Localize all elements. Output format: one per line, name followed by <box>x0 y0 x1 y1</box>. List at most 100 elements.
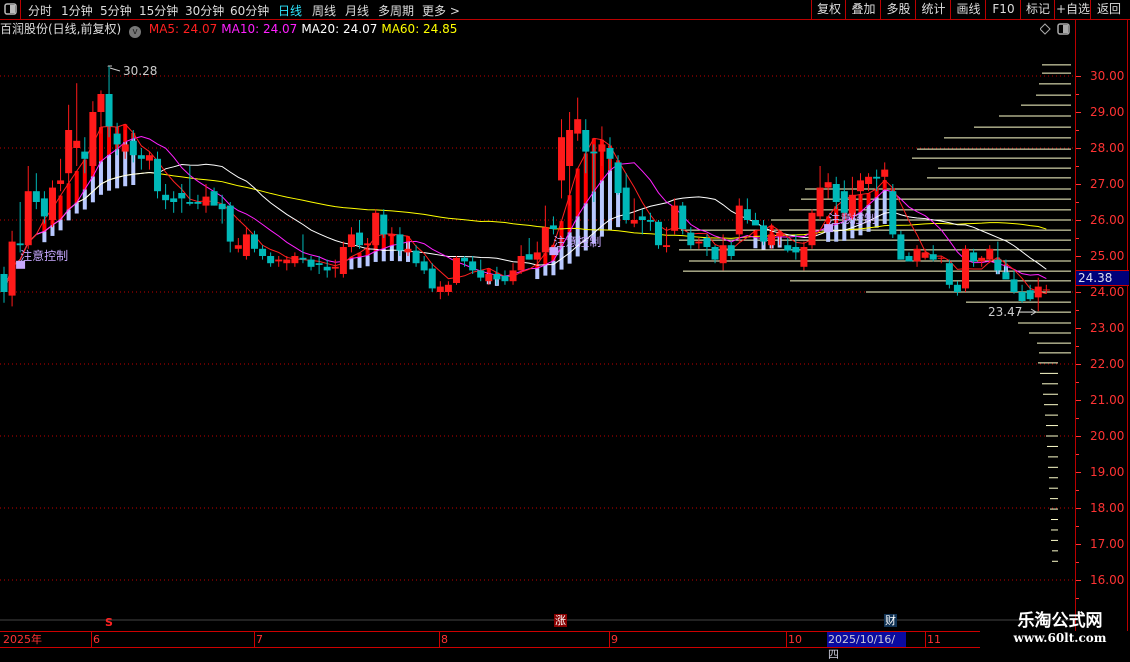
candle[interactable] <box>24 166 32 249</box>
candle[interactable] <box>1002 259 1010 280</box>
candle[interactable] <box>614 155 622 195</box>
candle[interactable] <box>267 252 275 267</box>
candle[interactable] <box>808 209 816 249</box>
candle[interactable] <box>978 256 986 267</box>
cai-marker[interactable]: 财 <box>884 614 897 627</box>
candle[interactable] <box>921 248 929 260</box>
candle[interactable] <box>816 166 824 220</box>
candle[interactable] <box>1018 284 1026 303</box>
candle[interactable] <box>735 198 743 242</box>
candle[interactable] <box>929 245 937 262</box>
candle[interactable] <box>339 241 347 278</box>
candle[interactable] <box>404 241 412 256</box>
candle[interactable] <box>525 238 533 260</box>
candle[interactable] <box>646 212 654 231</box>
candle[interactable] <box>226 202 234 253</box>
candle[interactable] <box>792 234 800 260</box>
candle[interactable] <box>574 97 582 141</box>
candle[interactable] <box>89 101 97 174</box>
candle[interactable] <box>873 169 881 192</box>
candle[interactable] <box>1010 270 1018 294</box>
candle[interactable] <box>436 281 444 300</box>
candle[interactable] <box>275 256 283 267</box>
candle[interactable] <box>622 173 630 224</box>
candle[interactable] <box>541 205 549 256</box>
candle[interactable] <box>250 230 258 253</box>
candle[interactable] <box>549 216 557 235</box>
candle[interactable] <box>582 119 590 174</box>
candle[interactable] <box>8 230 16 307</box>
candle[interactable] <box>364 238 372 253</box>
candlestick-chart[interactable] <box>0 0 1075 631</box>
candle[interactable] <box>695 238 703 249</box>
candle[interactable] <box>162 184 170 210</box>
date-axis[interactable]: 2025年 6 7 8 9 10 2025/10/16/四 11 <box>0 631 980 661</box>
candle[interactable] <box>517 245 525 274</box>
candle[interactable] <box>372 209 380 249</box>
candle[interactable] <box>347 227 355 253</box>
candle[interactable] <box>824 173 832 199</box>
candle[interactable] <box>776 230 784 246</box>
candle[interactable] <box>889 184 897 238</box>
candle[interactable] <box>315 256 323 274</box>
candle[interactable] <box>444 281 452 296</box>
candle[interactable] <box>493 266 501 285</box>
candle[interactable] <box>356 220 364 249</box>
candle[interactable] <box>905 252 913 262</box>
candle[interactable] <box>170 191 178 213</box>
candle[interactable] <box>590 144 598 202</box>
candle[interactable] <box>856 173 864 202</box>
candle[interactable] <box>259 245 267 260</box>
candle[interactable] <box>0 266 8 303</box>
candle[interactable] <box>307 256 315 271</box>
candle[interactable] <box>323 259 331 278</box>
candle[interactable] <box>509 263 517 285</box>
candle[interactable] <box>121 130 129 159</box>
candle[interactable] <box>178 184 186 213</box>
candle[interactable] <box>129 130 137 163</box>
candle[interactable] <box>299 234 307 264</box>
candle[interactable] <box>945 259 953 289</box>
candle[interactable] <box>1026 284 1034 301</box>
candle[interactable] <box>65 104 73 184</box>
candle[interactable] <box>388 227 396 242</box>
candle[interactable] <box>73 83 81 166</box>
candle[interactable] <box>16 202 24 253</box>
zhang-marker[interactable]: 涨 <box>554 614 567 627</box>
candle[interactable] <box>970 248 978 267</box>
candle[interactable] <box>953 281 961 296</box>
candle[interactable] <box>913 245 921 267</box>
candle[interactable] <box>679 202 687 235</box>
candle[interactable] <box>32 173 40 210</box>
candle[interactable] <box>711 245 719 264</box>
candle[interactable] <box>727 241 735 260</box>
candle[interactable] <box>897 230 905 260</box>
candle[interactable] <box>638 209 646 235</box>
candle[interactable] <box>396 227 404 256</box>
candle[interactable] <box>40 191 48 224</box>
candle[interactable] <box>865 173 873 192</box>
candle[interactable] <box>671 198 679 235</box>
candle[interactable] <box>291 252 299 267</box>
s-marker[interactable]: S <box>104 616 114 629</box>
candle[interactable] <box>242 227 250 260</box>
candle[interactable] <box>477 259 485 282</box>
candle[interactable] <box>1034 277 1042 312</box>
candle[interactable] <box>461 256 469 267</box>
toolbar-action-button[interactable]: 返回 <box>1090 0 1127 19</box>
candle[interactable] <box>760 220 768 246</box>
candle[interactable] <box>654 220 662 249</box>
candle[interactable] <box>48 180 56 228</box>
candle[interactable] <box>137 148 145 170</box>
candle[interactable] <box>81 137 89 174</box>
candle[interactable] <box>663 227 671 253</box>
candle[interactable] <box>420 256 428 274</box>
candle[interactable] <box>558 119 566 199</box>
candle[interactable] <box>234 238 242 253</box>
candle[interactable] <box>994 241 1002 274</box>
candle[interactable] <box>452 256 460 285</box>
candle[interactable] <box>57 158 65 192</box>
candle[interactable] <box>606 137 614 170</box>
candle[interactable] <box>598 126 606 166</box>
candle[interactable] <box>743 198 751 224</box>
